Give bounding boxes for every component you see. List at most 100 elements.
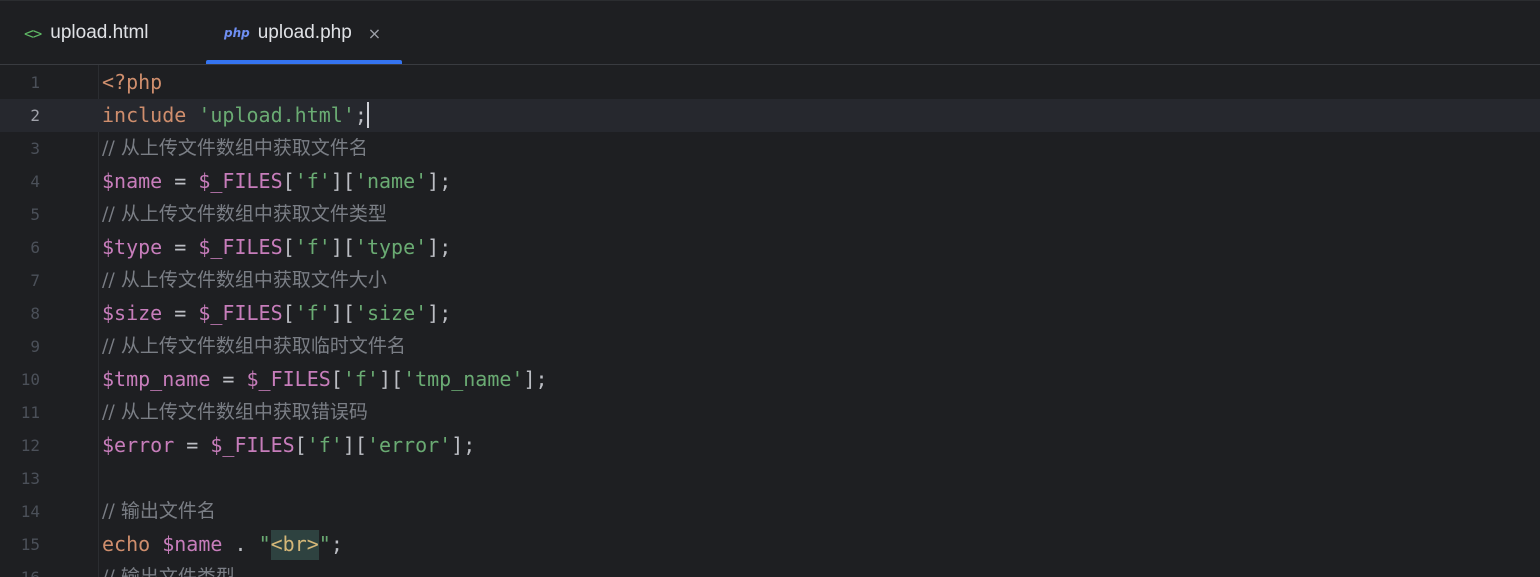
line-number: 11 [20, 403, 40, 422]
token-str: 'name' [354, 169, 428, 193]
token-var: $name [102, 169, 163, 193]
token-comment: // 从上传文件数组中获取文件类型 [102, 203, 387, 225]
code-line[interactable]: 7 // 从上传文件数组中获取文件大小 [0, 264, 1540, 297]
token-punct: = [162, 301, 199, 325]
code-line[interactable]: 1 <?php [0, 66, 1540, 99]
code-text: echo $name . "<br>"; [102, 528, 343, 561]
code-comment: // 从上传文件数组中获取错误码 [102, 396, 368, 429]
code-line[interactable]: 9 // 从上传文件数组中获取临时文件名 [0, 330, 1540, 363]
token-str: 'size' [354, 301, 428, 325]
line-number: 1 [30, 73, 40, 92]
token-punct: = [210, 367, 247, 391]
token-punct: = [162, 169, 199, 193]
token-punct: [ [330, 367, 343, 391]
line-number: 2 [30, 106, 40, 125]
php-icon: php [224, 26, 250, 40]
code-line[interactable]: 4 $name = $_FILES['f']['name']; [0, 165, 1540, 198]
code-line[interactable]: 12 $error = $_FILES['f']['error']; [0, 429, 1540, 462]
close-icon[interactable]: × [368, 24, 381, 43]
token-punct: [ [282, 301, 295, 325]
code-line[interactable]: 8 $size = $_FILES['f']['size']; [0, 297, 1540, 330]
token-str: 'f' [342, 367, 379, 391]
token-punct: ; [354, 103, 367, 127]
line-number: 16 [0, 561, 40, 577]
token-punct: ]; [427, 301, 452, 325]
token-comment: // 从上传文件数组中获取文件大小 [102, 269, 387, 291]
token-str: " [258, 532, 271, 556]
line-number: 6 [30, 238, 40, 257]
token-str: 'f' [294, 301, 331, 325]
token-str: 'f' [306, 433, 343, 457]
token-var: $error [102, 433, 175, 457]
token-punct: ]; [451, 433, 476, 457]
token-var: $_FILES [210, 433, 295, 457]
token-comment: // 输出文件名 [102, 500, 216, 522]
line-number: 8 [30, 304, 40, 323]
code-comment: // 从上传文件数组中获取文件名 [102, 132, 368, 165]
token-str: 'f' [294, 235, 331, 259]
tab-label: upload.html [50, 22, 149, 43]
text-caret [366, 102, 369, 128]
code-comment: // 输出文件名 [102, 495, 216, 528]
token-punct: . [222, 532, 259, 556]
line-number: 7 [30, 271, 40, 290]
token-var: $_FILES [246, 367, 331, 391]
tab-label: upload.php [257, 22, 352, 43]
token-str: 'upload.html' [198, 103, 355, 127]
line-number: 15 [20, 535, 40, 554]
code-text: $type = $_FILES['f']['type']; [102, 231, 451, 264]
token-var: $_FILES [198, 301, 283, 325]
token-var: $size [102, 301, 163, 325]
code-line[interactable]: 11 // 从上传文件数组中获取错误码 [0, 396, 1540, 429]
code-comment: // 从上传文件数组中获取文件大小 [102, 264, 387, 297]
code-line[interactable]: 2 include 'upload.html'; [0, 99, 1540, 132]
token-punct: = [162, 235, 199, 259]
tab-upload-html[interactable]: <> upload.html [0, 1, 198, 65]
token-var: $_FILES [198, 169, 283, 193]
token-punct: [ [282, 169, 295, 193]
token-str: 'type' [354, 235, 428, 259]
token-comment: // 输出文件类型 [102, 566, 235, 577]
code-line[interactable]: 15 echo $name . "<br>"; [0, 528, 1540, 561]
code-editor[interactable]: 1 <?php 2 include 'upload.html'; 3 // 从上传文件数组… [0, 65, 1540, 577]
token-punct: [ [282, 235, 295, 259]
token-comment: // 从上传文件数组中获取错误码 [102, 401, 368, 423]
code-line[interactable]: 13 [0, 462, 1540, 495]
line-number: 4 [30, 172, 40, 191]
tab-upload-php[interactable]: php upload.php × [206, 1, 402, 65]
html-icon: <> [24, 23, 42, 43]
code-comment: // 从上传文件数组中获取临时文件名 [102, 330, 406, 363]
code-line[interactable]: 3 // 从上传文件数组中获取文件名 [0, 132, 1540, 165]
token-var: $_FILES [198, 235, 283, 259]
token-punct: ]; [427, 235, 452, 259]
code-comment: // 输出文件类型 [102, 561, 235, 577]
token-var: $tmp_name [102, 367, 211, 391]
line-number: 3 [30, 139, 40, 158]
token-punct: = [174, 433, 211, 457]
token-punct: ][ [330, 301, 355, 325]
token-str: " [318, 532, 331, 556]
token-str: 'tmp_name' [403, 367, 524, 391]
code-line[interactable]: 5 // 从上传文件数组中获取文件类型 [0, 198, 1540, 231]
code-text: <?php [102, 66, 162, 99]
line-number: 10 [20, 370, 40, 389]
code-comment: // 从上传文件数组中获取文件类型 [102, 198, 387, 231]
token-punct: ]; [523, 367, 548, 391]
line-number: 12 [20, 436, 40, 455]
editor-tab-bar: <> upload.html php upload.php × [0, 0, 1540, 65]
code-line[interactable]: 14 // 输出文件名 [0, 495, 1540, 528]
token-comment: // 从上传文件数组中获取临时文件名 [102, 335, 406, 357]
token-punct: ; [330, 532, 343, 556]
token-punct: ][ [330, 169, 355, 193]
token-punct: ]; [427, 169, 452, 193]
code-text: include 'upload.html'; [102, 99, 369, 132]
token-punct: ][ [330, 235, 355, 259]
code-text: $size = $_FILES['f']['size']; [102, 297, 451, 330]
line-number: 13 [20, 469, 40, 488]
token-kw: echo [102, 532, 163, 556]
code-line[interactable]: 6 $type = $_FILES['f']['type']; [0, 231, 1540, 264]
token-punct: ][ [378, 367, 404, 391]
code-line[interactable]: 16 // 输出文件类型 [0, 561, 1540, 577]
code-line[interactable]: 10 $tmp_name = $_FILES['f']['tmp_name']; [0, 363, 1540, 396]
code-text: $name = $_FILES['f']['name']; [102, 165, 451, 198]
